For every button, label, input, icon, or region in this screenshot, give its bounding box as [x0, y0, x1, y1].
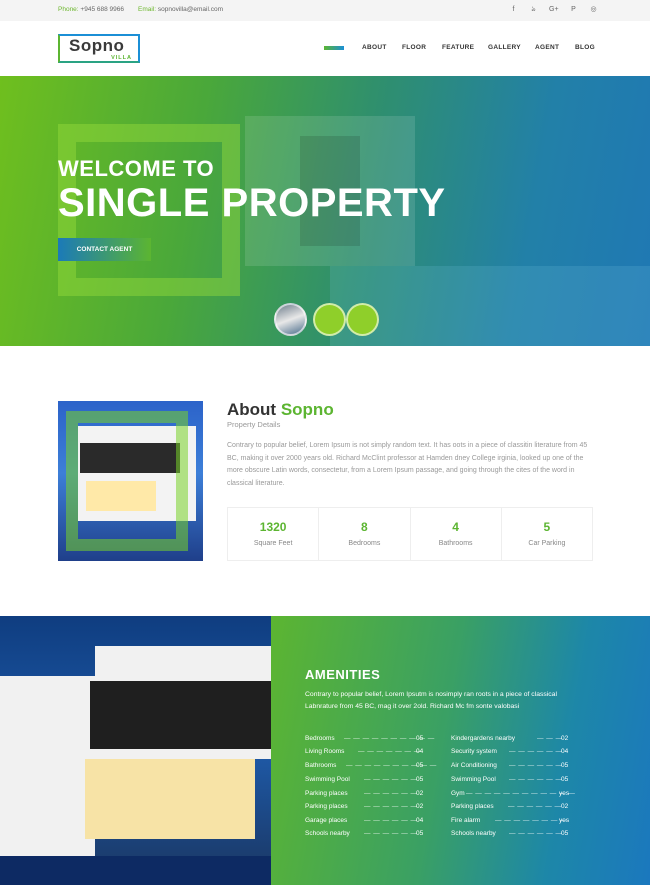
nav-gallery[interactable]: GALLERY: [488, 44, 521, 51]
amenity-label: Parking places: [451, 803, 494, 810]
nav-agent[interactable]: AGENT: [535, 44, 559, 51]
amenity-label: Living Rooms: [305, 748, 345, 755]
hero-banner: WELCOME TO SINGLE PROPERTY CONTACT AGENT: [0, 76, 650, 346]
top-bar: Phone: +945 688 9966 Email: sopnovilla@e…: [0, 0, 650, 21]
amenity-value: 05: [561, 830, 569, 837]
amenity-label: Air Conditioning: [451, 762, 497, 769]
amenity-label: Swimming Pool: [451, 776, 496, 783]
amenity-value: 04: [416, 817, 424, 824]
amenity-label: Kindergardens nearby: [451, 735, 515, 742]
nav-floor[interactable]: FLOOR: [402, 44, 426, 51]
hero-welcome: WELCOME TO: [58, 156, 215, 181]
stat-label: Car Parking: [528, 540, 566, 547]
amenity-value: yes: [559, 817, 570, 824]
amenity-value: 02: [561, 803, 569, 810]
pinterest-icon[interactable]: P: [569, 5, 578, 15]
amenity-value: 02: [416, 803, 424, 810]
facebook-icon[interactable]: f: [509, 5, 518, 15]
phone-label: Phone:: [58, 6, 79, 13]
about-text: Contrary to popular belief, Lorem Ipsum …: [227, 442, 588, 487]
phone-info: Phone: +945 688 9966: [58, 6, 124, 13]
contact-agent-button[interactable]: CONTACT AGENT: [58, 238, 151, 261]
site-header: Sopno VILLA ABOUT FLOOR FEATURE GALLERY …: [0, 21, 650, 76]
amenity-label: Parking places: [305, 803, 348, 810]
rss-icon[interactable]: ঌ: [529, 5, 538, 15]
property-stats: 1320 Square Feet 8 Bedrooms 4 Bathrooms …: [227, 507, 593, 561]
amenity-label: Schools nearby: [305, 830, 350, 837]
house-balcony-slab: [80, 749, 271, 759]
house-upper-glass: [90, 681, 271, 751]
house-lit-interior: [85, 759, 255, 839]
stat-value: 8: [361, 520, 368, 534]
social-links: f ঌ G+ P ◎: [509, 5, 598, 15]
about-heading-b: Sopno: [280, 400, 334, 419]
menu-icon[interactable]: [324, 46, 344, 50]
about-image: [58, 401, 203, 561]
stat-value: 5: [543, 520, 551, 534]
email-address[interactable]: sopnovilla@email.com: [158, 6, 223, 13]
phone-number[interactable]: +945 688 9966: [80, 6, 124, 13]
stat-label: Square Feet: [253, 540, 293, 547]
about-heading-a: About: [227, 400, 277, 419]
amenity-value: 05: [561, 762, 569, 769]
stat-bedrooms: 8 Bedrooms: [319, 508, 411, 560]
amenity-value: 05: [416, 762, 424, 769]
amenity-label: Garage places: [305, 817, 348, 824]
google-plus-icon[interactable]: G+: [549, 5, 559, 15]
stat-label: Bathrooms: [438, 540, 473, 547]
pool-shape: [0, 856, 271, 885]
house-side-wall: [0, 676, 95, 856]
instagram-icon[interactable]: ◎: [589, 5, 598, 15]
logo-main-text: Sopno: [69, 36, 125, 55]
logo-sub-text: VILLA: [111, 55, 132, 61]
amenity-value: 02: [416, 790, 424, 797]
nav-feature[interactable]: FEATURE: [442, 44, 474, 51]
about-subtitle: Property Details: [227, 420, 281, 429]
about-frame-decoration: [66, 411, 188, 551]
hero-title: SINGLE PROPERTY: [58, 181, 446, 225]
amenity-label: Fire alarm: [451, 817, 481, 824]
amenity-value: 05: [416, 735, 424, 742]
amenity-label: Swimming Pool: [305, 776, 350, 783]
amenities-heading: AMENITIES: [305, 667, 381, 682]
email-label: Email:: [138, 6, 157, 13]
amenity-label: Schools nearby: [451, 830, 496, 837]
amenity-value: 05: [416, 830, 424, 837]
amenity-label: Security system: [451, 748, 497, 755]
hero-pool-shape: [330, 266, 650, 346]
amenity-label: Bedrooms: [305, 735, 335, 742]
slide-thumbnail-1[interactable]: [274, 303, 307, 336]
amenity-label: Bathrooms: [305, 762, 337, 769]
amenity-value: 02: [561, 735, 569, 742]
amenity-value: 05: [561, 776, 569, 783]
stat-label: Bedrooms: [348, 540, 381, 547]
house-roof-slab: [95, 646, 271, 681]
amenities-panel: AMENITIES Contrary to popular belief, Lo…: [271, 616, 650, 885]
stat-bathrooms: 4 Bathrooms: [411, 508, 502, 560]
stat-value: 4: [452, 520, 459, 534]
nav-about[interactable]: ABOUT: [362, 44, 387, 51]
nav-blog[interactable]: BLOG: [575, 44, 595, 51]
amenities-text: Contrary to popular belief, Lorem Ipsutm…: [305, 691, 557, 710]
slide-thumbnail-3[interactable]: [346, 303, 379, 336]
amenity-label: Parking places: [305, 790, 348, 797]
logo[interactable]: Sopno VILLA: [58, 34, 140, 63]
amenities-image: [0, 616, 271, 885]
amenity-value: 04: [416, 748, 424, 755]
amenity-value: 05: [416, 776, 424, 783]
stat-car-parking: 5 Car Parking: [502, 508, 592, 560]
about-heading: About Sopno: [227, 400, 334, 420]
amenity-label: Gym: [451, 790, 465, 797]
email-info: Email: sopnovilla@email.com: [138, 6, 223, 13]
stat-square-feet: 1320 Square Feet: [228, 508, 320, 560]
stat-value: 1320: [259, 520, 287, 534]
amenity-value: 04: [561, 748, 569, 755]
amenity-value: yes: [559, 790, 570, 797]
slide-thumbnail-2[interactable]: [313, 303, 346, 336]
